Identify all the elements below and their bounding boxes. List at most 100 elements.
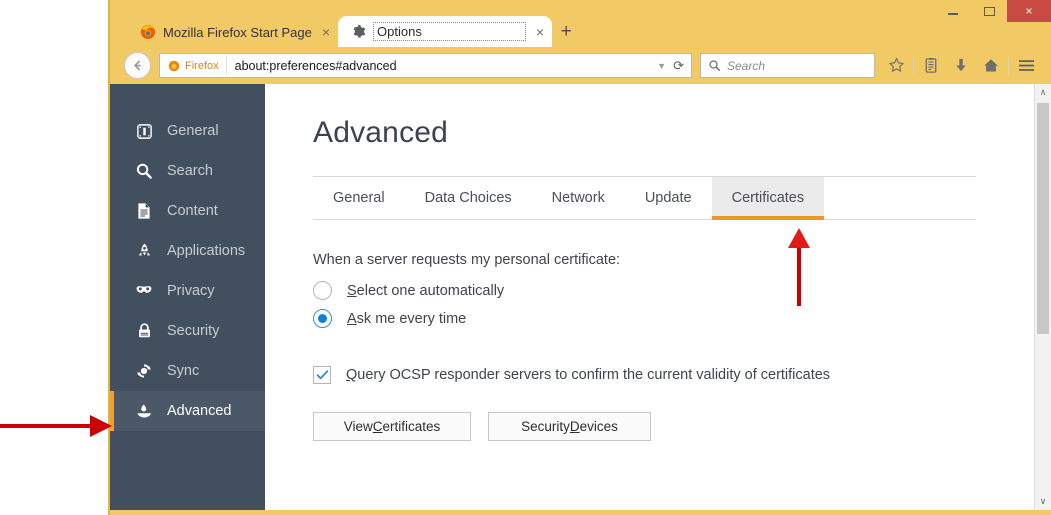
menu-hamburger-icon[interactable] <box>1011 52 1041 80</box>
scroll-up-arrow-icon[interactable]: ∧ <box>1035 84 1051 101</box>
back-button[interactable] <box>124 52 151 79</box>
general-panel-icon <box>134 121 154 141</box>
label-text: uery OCSP responder servers to confirm t… <box>357 367 831 383</box>
tab-strip: Mozilla Firefox Start Page × Options × + <box>110 15 580 47</box>
label-suffix: ertificates <box>382 419 441 434</box>
mask-icon <box>134 281 154 301</box>
tab-close-icon[interactable]: × <box>322 25 330 39</box>
plus-icon: + <box>560 21 572 42</box>
firefox-identity-icon <box>168 60 180 72</box>
page-title: Advanced <box>313 116 449 149</box>
sidebar-item-sync[interactable]: Sync <box>110 351 265 391</box>
access-key: Q <box>346 367 358 383</box>
radio-row-select-automatically[interactable]: Select one automatically <box>313 281 1051 300</box>
gear-icon <box>350 24 366 40</box>
document-icon <box>134 201 154 221</box>
sync-refresh-icon <box>134 361 154 381</box>
minimize-button[interactable] <box>935 0 971 22</box>
search-bar[interactable]: Search <box>700 53 875 78</box>
sidebar-item-label: Content <box>167 203 218 219</box>
navigation-toolbar: Firefox about:preferences#advanced ▼ ⟳ S… <box>110 47 1051 84</box>
tab-certificates[interactable]: Certificates <box>711 177 825 220</box>
rocket-icon <box>134 241 154 261</box>
sidebar-item-label: Sync <box>167 363 200 379</box>
toolbar-separator <box>1008 56 1009 75</box>
toolbar-separator <box>913 56 914 75</box>
sidebar-item-security[interactable]: Security <box>110 311 265 351</box>
sidebar-item-content[interactable]: Content <box>110 191 265 231</box>
tab-label: Network <box>551 190 605 206</box>
access-key: S <box>347 282 357 299</box>
home-icon[interactable] <box>976 52 1006 80</box>
url-text[interactable]: about:preferences#advanced <box>227 59 652 73</box>
new-tab-button[interactable]: + <box>552 17 580 47</box>
close-window-button[interactable]: × <box>1007 0 1051 22</box>
tab-update[interactable]: Update <box>625 177 712 219</box>
radio-select-automatically[interactable] <box>313 281 332 300</box>
title-bar: × Mozilla Firefox Start Page × Options ×… <box>110 0 1051 47</box>
chevron-down-icon[interactable]: ▼ <box>651 61 672 71</box>
sidebar-item-label: Search <box>167 163 213 179</box>
browser-tab-title: Options <box>373 22 527 41</box>
access-key: C <box>372 419 383 434</box>
tab-label: General <box>333 190 385 206</box>
search-icon <box>701 59 727 72</box>
downloads-icon[interactable] <box>946 52 976 80</box>
window-controls: × <box>935 0 1051 22</box>
sidebar-item-general[interactable]: General <box>110 111 265 151</box>
sidebar-item-label: Applications <box>167 243 246 259</box>
sidebar-item-label: Advanced <box>167 403 232 419</box>
tab-data-choices[interactable]: Data Choices <box>405 177 532 219</box>
padlock-icon <box>134 321 154 341</box>
sidebar-item-applications[interactable]: Applications <box>110 231 265 271</box>
checkbox-row-ocsp[interactable]: Query OCSP responder servers to confirm … <box>313 366 1051 384</box>
minimize-icon <box>948 13 958 15</box>
search-input[interactable]: Search <box>727 59 765 73</box>
certificate-prompt-label: When a server requests my personal certi… <box>313 252 621 268</box>
radio-row-ask-every-time[interactable]: Ask me every time <box>313 309 1051 328</box>
address-bar[interactable]: Firefox about:preferences#advanced ▼ ⟳ <box>159 53 692 78</box>
maximize-button[interactable] <box>971 0 1007 22</box>
tab-close-icon[interactable]: × <box>536 25 544 39</box>
scroll-down-arrow-icon[interactable]: ∨ <box>1035 493 1051 510</box>
page-scrollbar[interactable]: ∧ ∨ <box>1034 84 1051 510</box>
sidebar-item-search[interactable]: Search <box>110 151 265 191</box>
page-viewport: General Search Content Applications Priv… <box>110 84 1051 510</box>
category-tabs: General Data Choices Network Update Cert <box>313 176 976 220</box>
scrollbar-track[interactable] <box>1035 101 1051 493</box>
magnifier-icon <box>134 161 154 181</box>
sidebar-item-advanced[interactable]: Advanced <box>110 391 265 431</box>
radio-ask-every-time[interactable] <box>313 309 332 328</box>
identity-box[interactable]: Firefox <box>160 57 227 74</box>
identity-label: Firefox <box>185 59 219 72</box>
bookmark-star-icon[interactable] <box>881 52 911 80</box>
sidebar-item-label: Security <box>167 323 220 339</box>
window-bottom-border <box>110 510 1051 515</box>
category-tabs-wrapper: General Data Choices Network Update Cert <box>313 176 976 220</box>
reload-icon[interactable]: ⟳ <box>672 58 691 74</box>
radio-label-ask-every-time: Ask me every time <box>347 311 466 327</box>
scrollbar-thumb[interactable] <box>1037 103 1049 335</box>
browser-tab-start-page[interactable]: Mozilla Firefox Start Page × <box>128 17 338 47</box>
view-certificates-button[interactable]: View Certificates <box>313 412 471 441</box>
toolbar-icons <box>881 52 1041 80</box>
checkbox-label-ocsp: Query OCSP responder servers to confirm … <box>346 367 830 383</box>
tab-general[interactable]: General <box>313 177 405 219</box>
sidebar-item-label: Privacy <box>167 283 215 299</box>
sidebar-item-privacy[interactable]: Privacy <box>110 271 265 311</box>
label-text: sk me every time <box>356 310 467 327</box>
security-devices-button[interactable]: Security Devices <box>488 412 651 441</box>
library-icon[interactable] <box>916 52 946 80</box>
firefox-icon <box>140 24 156 40</box>
flask-icon <box>134 401 154 421</box>
browser-tab-title: Mozilla Firefox Start Page <box>163 24 312 40</box>
checkbox-ocsp[interactable] <box>313 366 331 384</box>
firefox-browser-window: × Mozilla Firefox Start Page × Options ×… <box>108 0 1051 515</box>
access-key: A <box>347 310 357 327</box>
browser-tab-options[interactable]: Options × <box>338 16 553 47</box>
tab-network[interactable]: Network <box>532 177 625 219</box>
back-arrow-icon <box>134 60 141 71</box>
preferences-content: Advanced General Data Choices Network Up… <box>265 84 1051 510</box>
certificates-pane: When a server requests my personal certi… <box>313 220 1051 441</box>
label-prefix: View <box>343 419 373 434</box>
